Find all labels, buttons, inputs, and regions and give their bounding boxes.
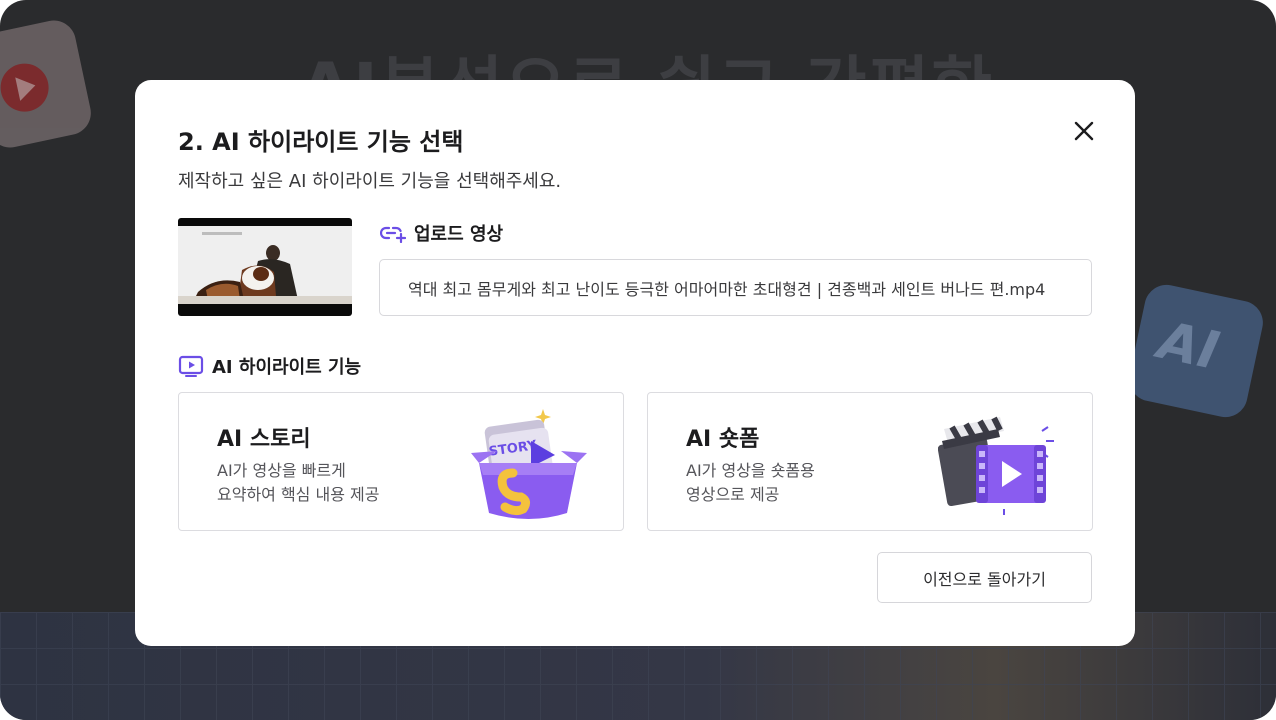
ai-story-description: AI가 영상을 빠르게 요약하여 핵심 내용 제공: [217, 459, 379, 507]
ai-shorts-description: AI가 영상을 숏폼용 영상으로 제공: [686, 459, 815, 507]
feature-section-label: AI 하이라이트 기능: [178, 353, 361, 379]
clapperboard-film-icon: [938, 416, 1054, 515]
modal-title: 2. AI 하이라이트 기능 선택: [178, 128, 464, 156]
background-play-tile-icon: [0, 16, 95, 152]
ai-story-card[interactable]: AI 스토리 AI가 영상을 빠르게 요약하여 핵심 내용 제공 STORY: [178, 392, 624, 531]
video-frame: [178, 226, 352, 304]
upload-section-label: 업로드 영상: [380, 220, 503, 246]
play-screen-icon: [178, 355, 204, 377]
feature-select-modal: 2. AI 하이라이트 기능 선택 제작하고 싶은 AI 하이라이트 기능을 선…: [135, 80, 1135, 646]
ai-shorts-desc-line2: 영상으로 제공: [686, 485, 780, 504]
app-frame: AI분석으로 쉽고 간편한 AI 2. AI 하이라이트 기능 선택 제작하고 …: [0, 0, 1276, 720]
modal-subtitle: 제작하고 싶은 AI 하이라이트 기능을 선택해주세요.: [178, 171, 562, 192]
close-button[interactable]: [1069, 116, 1099, 146]
ai-story-desc-line2: 요약하여 핵심 내용 제공: [217, 485, 380, 504]
ai-shorts-title: AI 숏폼: [686, 427, 760, 452]
back-button[interactable]: 이전으로 돌아가기: [877, 552, 1092, 603]
video-thumbnail: [178, 218, 352, 316]
ai-story-desc-line1: AI가 영상을 빠르게: [217, 461, 346, 480]
close-icon: [1074, 121, 1094, 141]
ai-tile-text: AI: [1153, 310, 1224, 382]
uploaded-filename: 역대 최고 몸무게와 최고 난이도 등극한 어마어마한 초대형견 | 견종백과 …: [408, 279, 1046, 299]
background-ai-tile-icon: AI: [1125, 280, 1267, 422]
link-upload-icon: [380, 226, 406, 243]
feature-label-text: AI 하이라이트 기능: [212, 357, 362, 378]
ai-shorts-card[interactable]: AI 숏폼 AI가 영상을 숏폼용 영상으로 제공: [647, 392, 1093, 531]
ai-story-title: AI 스토리: [217, 427, 311, 452]
story-box-icon: STORY: [471, 409, 587, 519]
video-thumbnail-image: [178, 226, 352, 304]
uploaded-filename-field: 역대 최고 몸무게와 최고 난이도 등극한 어마어마한 초대형견 | 견종백과 …: [379, 259, 1092, 316]
upload-label-text: 업로드 영상: [414, 224, 504, 245]
ai-shorts-desc-line1: AI가 영상을 숏폼용: [686, 461, 815, 480]
